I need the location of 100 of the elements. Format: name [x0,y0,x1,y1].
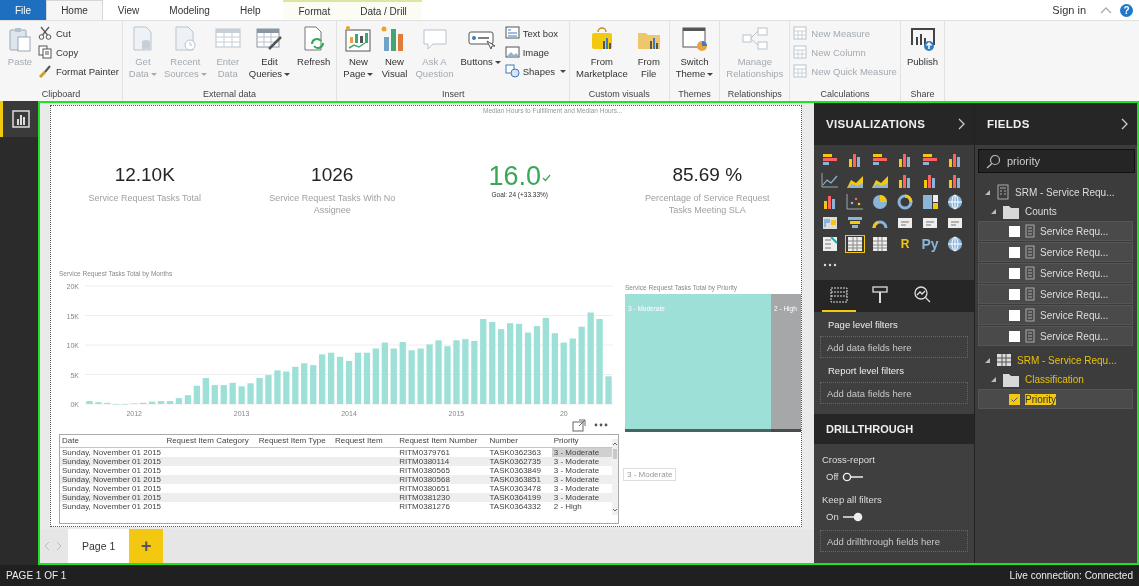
search-field[interactable]: priority [978,149,1135,173]
bar[interactable] [229,382,236,404]
bar[interactable] [354,352,362,404]
ribbon-tab[interactable]: Data / Drill [345,2,422,20]
visual-type-button[interactable] [870,193,890,211]
field-list-item[interactable]: Service Requ... [978,221,1133,241]
checkbox[interactable] [1009,225,1020,237]
bar[interactable] [301,363,308,404]
checkbox[interactable] [1009,288,1020,300]
bar[interactable] [408,350,415,404]
ribbon-button[interactable]: Publish [903,25,942,68]
add-page-button[interactable]: + [129,529,164,563]
checkbox[interactable] [1009,267,1020,279]
bar[interactable] [211,385,218,404]
bar[interactable] [319,354,326,404]
bar[interactable] [202,378,209,404]
bar[interactable] [587,312,594,404]
toggle-switch[interactable] [841,471,863,482]
bar[interactable] [551,333,558,404]
visual-type-button[interactable] [820,172,840,190]
visual-type-button[interactable]: Py [920,235,940,253]
drop-field[interactable]: Add drillthrough fields here [820,530,968,552]
ribbon-button[interactable]: From File [631,25,666,80]
bar[interactable] [533,326,541,404]
ribbon-tab[interactable]: Help [224,0,276,20]
column-header[interactable]: Request Item [332,435,398,448]
bar[interactable] [596,319,603,404]
bar[interactable] [193,385,200,404]
bar[interactable] [480,319,487,404]
drop-field[interactable]: Add data fields here [820,336,968,358]
bar[interactable] [569,338,576,404]
bar[interactable] [166,401,174,404]
bar[interactable] [247,383,254,404]
ribbon-button[interactable]: Image [504,44,566,60]
visual-type-button[interactable] [820,235,840,253]
field-list-item[interactable]: SRM - Service Requ... [978,183,1133,201]
column-header[interactable]: Date [60,435,165,448]
field-list-item[interactable]: Priority [978,389,1133,409]
visual-type-button[interactable] [945,193,965,211]
bar[interactable] [283,371,290,404]
bar[interactable] [256,378,263,404]
bar[interactable] [390,348,397,404]
bar[interactable] [489,322,496,404]
visual-type-button[interactable] [820,214,840,232]
bar[interactable] [292,366,299,404]
bar[interactable] [238,386,245,404]
bar[interactable] [310,365,317,404]
checkbox[interactable] [1009,246,1020,258]
bar[interactable] [274,370,281,404]
bar[interactable] [399,342,406,404]
ribbon-button[interactable]: Text box [504,25,566,41]
bar[interactable] [417,348,424,404]
bar[interactable] [220,385,227,404]
field-list-item[interactable]: SRM - Service Requ... [978,351,1133,369]
bar[interactable] [336,356,344,404]
ribbon-button[interactable]: Cut [38,25,119,41]
field-list-item[interactable]: Service Requ... [978,263,1133,283]
field-list-item[interactable]: Service Requ... [978,242,1133,262]
visual-type-button[interactable] [920,193,940,211]
ribbon-tab[interactable]: Format [283,2,346,20]
bar[interactable] [86,401,93,404]
ribbon-tab[interactable]: View [102,0,155,20]
ribbon-button[interactable]: Edit Queries [245,25,294,80]
bar[interactable] [542,317,549,404]
ribbon-button[interactable]: From Marketplace [572,25,631,80]
sign-in-link[interactable]: Sign in [1052,4,1086,16]
bar[interactable] [515,323,523,404]
bar[interactable] [426,344,433,404]
ribbon-tab[interactable]: File [0,0,47,20]
bar[interactable] [381,342,388,404]
visual-type-button[interactable] [845,235,865,253]
bar[interactable] [265,375,272,404]
ribbon-button[interactable]: Refresh [294,25,334,68]
ribbon-button[interactable]: Shapes [504,63,566,79]
visual-type-button[interactable] [945,235,965,253]
bar[interactable] [560,342,567,404]
ribbon-tab[interactable]: Home [46,0,103,20]
column-header[interactable]: Request Item Type [256,435,333,448]
visual-type-button[interactable]: R [895,235,915,253]
bar[interactable] [462,339,469,404]
report-view-button[interactable] [0,101,38,137]
ribbon-button[interactable]: Switch Theme [672,25,717,80]
field-list-item[interactable]: Classification [978,370,1133,388]
checkbox[interactable] [1009,330,1020,342]
bar[interactable] [328,352,335,404]
ribbon-button[interactable]: Copy [38,44,119,60]
ribbon-button[interactable]: Format Painter [38,63,119,79]
bar[interactable] [471,340,478,404]
checkbox[interactable] [1009,393,1020,405]
column-header[interactable]: Number [487,435,552,448]
ribbon-tab[interactable]: Modeling [154,0,225,20]
field-list-item[interactable]: Service Requ... [978,284,1133,304]
field-list-item[interactable]: Service Requ... [978,326,1133,346]
bar[interactable] [507,323,514,404]
toggle-switch[interactable] [841,511,863,522]
ribbon-button[interactable]: Buttons [457,25,504,68]
page-tab[interactable]: Page 1 [68,529,130,563]
bar[interactable] [345,360,353,404]
bar[interactable] [578,326,585,404]
visual-type-button[interactable] [845,193,865,211]
